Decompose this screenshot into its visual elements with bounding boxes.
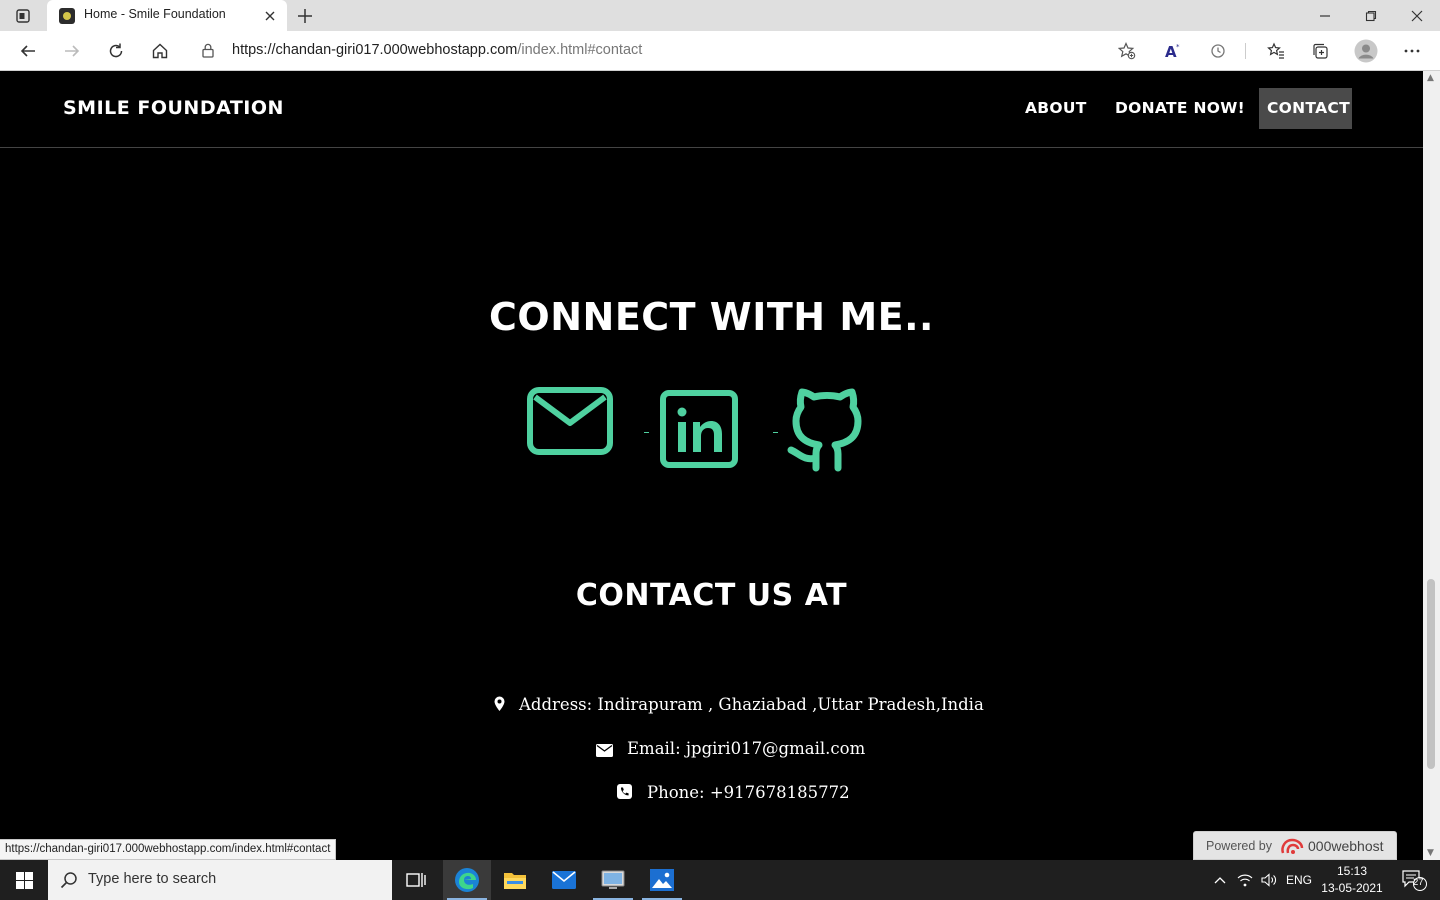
address-text: Address: Indirapuram , Ghaziabad ,Uttar … — [519, 695, 984, 714]
history-icon[interactable] — [1206, 39, 1230, 63]
restore-icon[interactable] — [1348, 0, 1394, 31]
scroll-up-icon[interactable]: ▲ — [1427, 73, 1434, 83]
volume-icon[interactable] — [1258, 860, 1280, 900]
refresh-icon[interactable] — [104, 39, 128, 63]
clock-time: 15:13 — [1336, 864, 1368, 878]
page-content: SMILE FOUNDATION ABOUT DONATE NOW! CONTA… — [0, 71, 1423, 860]
phone-text: Phone: +917678185772 — [647, 783, 850, 802]
linkedin-icon[interactable] — [660, 390, 738, 472]
notification-center-icon[interactable]: 27 — [1394, 860, 1434, 900]
webhost-logo-icon — [1279, 837, 1305, 862]
taskbar-search[interactable]: Type here to search — [48, 860, 392, 900]
mail-icon[interactable] — [527, 387, 613, 459]
new-tab-icon[interactable] — [295, 6, 315, 26]
more-menu-icon[interactable] — [1400, 39, 1424, 63]
tab-close-icon[interactable] — [263, 8, 277, 22]
connect-heading: CONNECT WITH ME.. — [489, 295, 934, 339]
site-brand[interactable]: SMILE FOUNDATION — [63, 97, 284, 119]
add-favorite-icon[interactable] — [1117, 42, 1136, 64]
browser-tab-bar: Home - Smile Foundation — [0, 0, 1440, 31]
wifi-icon[interactable] — [1234, 860, 1256, 900]
windows-taskbar: Type here to search ENG 15:13 13-05-2021… — [0, 860, 1440, 900]
windows-start-icon[interactable] — [0, 860, 48, 900]
taskbar-edge-icon[interactable] — [443, 860, 491, 900]
search-placeholder: Type here to search — [88, 871, 217, 887]
nav-donate[interactable]: DONATE NOW! — [1107, 88, 1253, 129]
address-bar[interactable]: https://chandan-giri017.000webhostapp.co… — [188, 35, 1148, 66]
scrollbar-thumb[interactable] — [1427, 579, 1435, 769]
taskbar-mail-icon[interactable] — [540, 860, 588, 900]
search-icon — [60, 871, 78, 893]
page-scrollbar[interactable]: ▲ ▼ — [1423, 71, 1440, 860]
collections-icon[interactable] — [1308, 39, 1332, 63]
back-icon[interactable] — [16, 39, 40, 63]
read-aloud-icon[interactable]: A * — [1162, 39, 1186, 63]
browser-tab-active[interactable]: Home - Smile Foundation — [47, 0, 287, 31]
email-text: Email: jpgiri017@gmail.com — [627, 739, 866, 758]
url-path: /index.html#contact — [517, 42, 643, 58]
separator — [773, 432, 778, 433]
profile-avatar-icon[interactable] — [1352, 39, 1380, 63]
powered-by-badge[interactable]: Powered by 000webhost — [1193, 831, 1397, 860]
github-icon[interactable] — [786, 386, 868, 476]
minimize-icon[interactable] — [1302, 0, 1348, 31]
map-marker-icon — [494, 696, 505, 716]
tab-actions-icon[interactable] — [12, 6, 34, 26]
powered-by-label: Powered by — [1206, 839, 1273, 853]
home-icon[interactable] — [148, 39, 172, 63]
phone-row: Phone: +917678185772 — [617, 783, 850, 805]
site-favicon-icon — [59, 8, 75, 24]
scroll-down-icon[interactable]: ▼ — [1427, 848, 1434, 858]
phone-icon — [617, 784, 632, 803]
webhost-brand: 000webhost — [1308, 838, 1384, 854]
toolbar-divider — [1245, 43, 1246, 59]
taskbar-file-explorer-icon[interactable] — [491, 860, 539, 900]
taskbar-photos-icon[interactable] — [638, 860, 686, 900]
url-text: https://chandan-giri017.000webhostapp.co… — [232, 42, 642, 58]
site-navbar: SMILE FOUNDATION ABOUT DONATE NOW! CONTA… — [0, 71, 1423, 148]
contact-heading: CONTACT US AT — [575, 578, 848, 613]
taskbar-remote-desktop-icon[interactable] — [589, 860, 637, 900]
notification-count: 27 — [1413, 877, 1424, 888]
status-url: https://chandan-giri017.000webhostapp.co… — [0, 839, 337, 860]
clock-date: 13-05-2021 — [1321, 881, 1383, 895]
taskbar-clock[interactable]: 15:13 13-05-2021 — [1320, 863, 1384, 897]
address-row: Address: Indirapuram , Ghaziabad ,Uttar … — [494, 695, 984, 717]
forward-icon[interactable] — [60, 39, 84, 63]
tab-title: Home - Smile Foundation — [84, 7, 226, 21]
lock-icon[interactable] — [202, 43, 214, 62]
nav-contact[interactable]: CONTACT — [1259, 88, 1352, 129]
show-hidden-icons-icon[interactable] — [1208, 860, 1232, 900]
browser-toolbar: https://chandan-giri017.000webhostapp.co… — [0, 31, 1440, 71]
language-indicator[interactable]: ENG — [1283, 860, 1315, 900]
nav-about[interactable]: ABOUT — [1017, 88, 1095, 129]
envelope-icon — [596, 742, 613, 761]
close-window-icon[interactable] — [1394, 0, 1440, 31]
svg-text:*: * — [1176, 43, 1180, 51]
task-view-icon[interactable] — [392, 860, 440, 900]
url-domain: https://chandan-giri017.000webhostapp.co… — [232, 42, 518, 58]
favorites-icon[interactable] — [1264, 39, 1288, 63]
separator — [644, 432, 649, 433]
email-row: Email: jpgiri017@gmail.com — [596, 739, 865, 761]
